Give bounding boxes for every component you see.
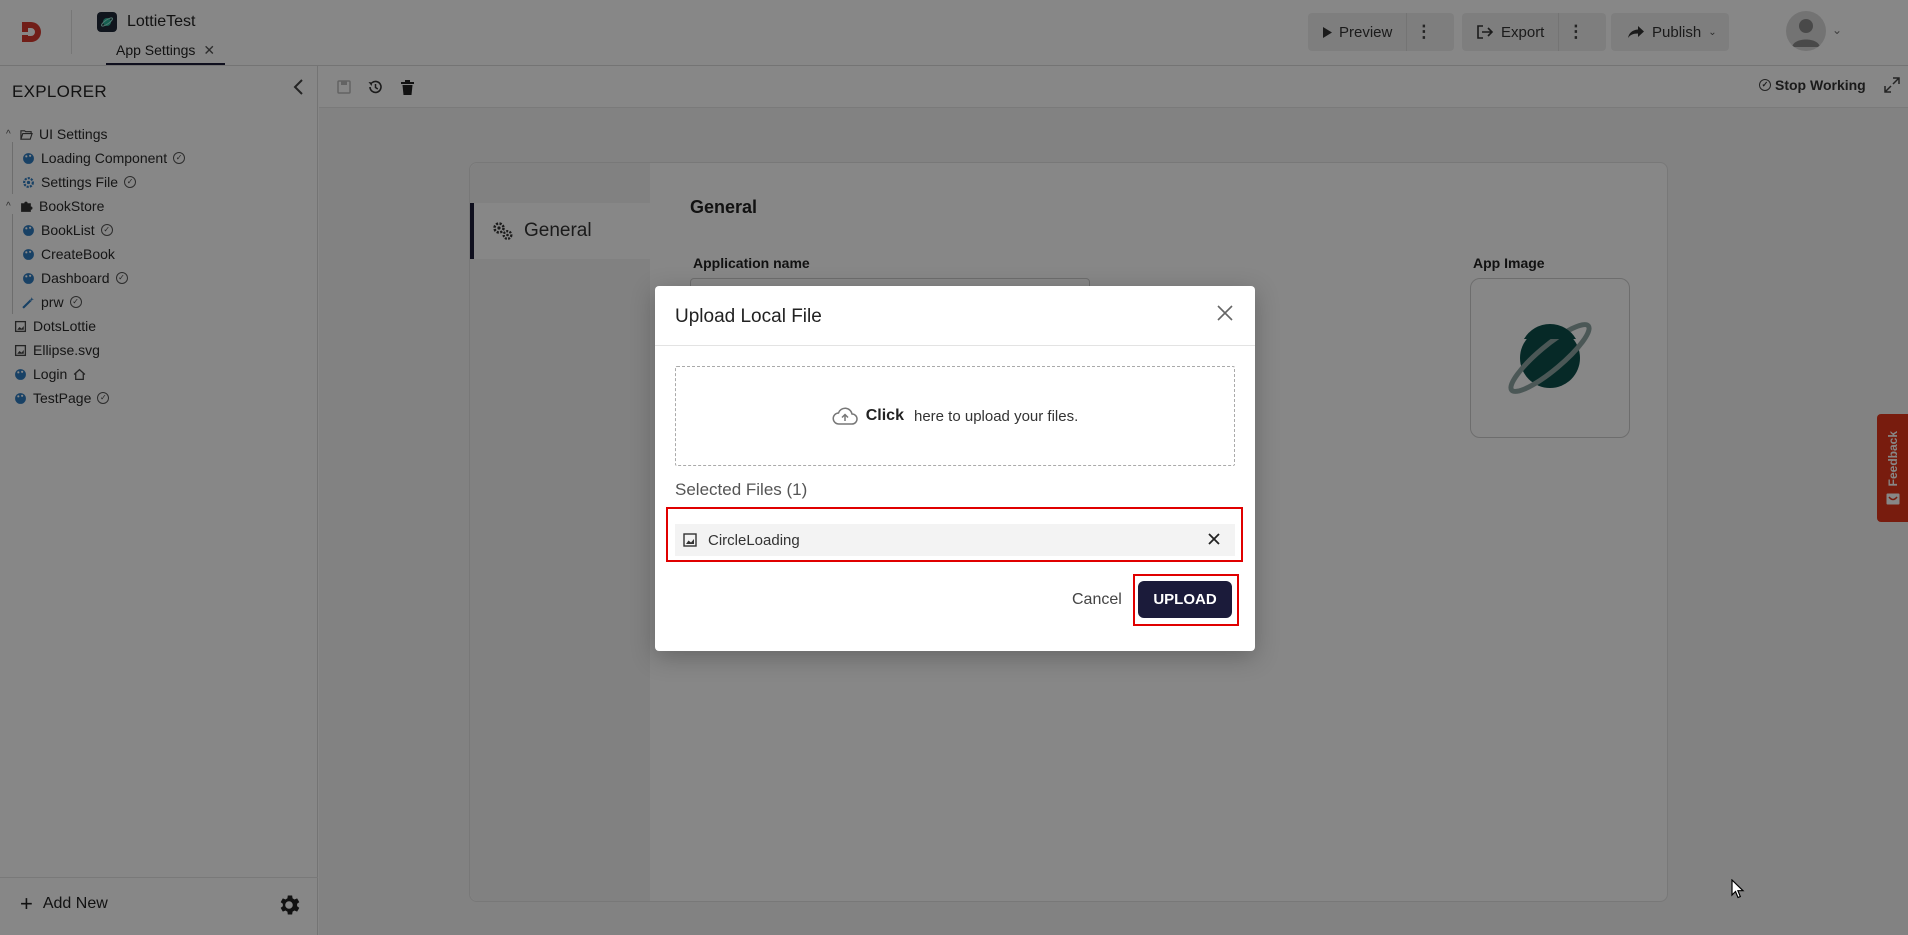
dialog-header: Upload Local File xyxy=(655,286,1255,346)
mouse-cursor-icon xyxy=(1731,879,1745,899)
selected-files-label: Selected Files (1) xyxy=(675,480,808,499)
dropzone-text: here to upload your files. xyxy=(913,407,1079,425)
close-icon[interactable] xyxy=(1217,302,1233,326)
highlight-box xyxy=(666,507,1243,562)
upload-dropzone[interactable]: Click here to upload your files. xyxy=(675,366,1235,466)
upload-local-file-dialog: Upload Local File Click here to upload y… xyxy=(655,286,1255,651)
dialog-title: Upload Local File xyxy=(675,306,822,327)
dropzone-click-label: Click xyxy=(865,407,904,424)
cloud-upload-icon xyxy=(832,407,858,425)
highlight-box xyxy=(1133,574,1239,626)
cancel-button[interactable]: Cancel xyxy=(1072,591,1122,609)
